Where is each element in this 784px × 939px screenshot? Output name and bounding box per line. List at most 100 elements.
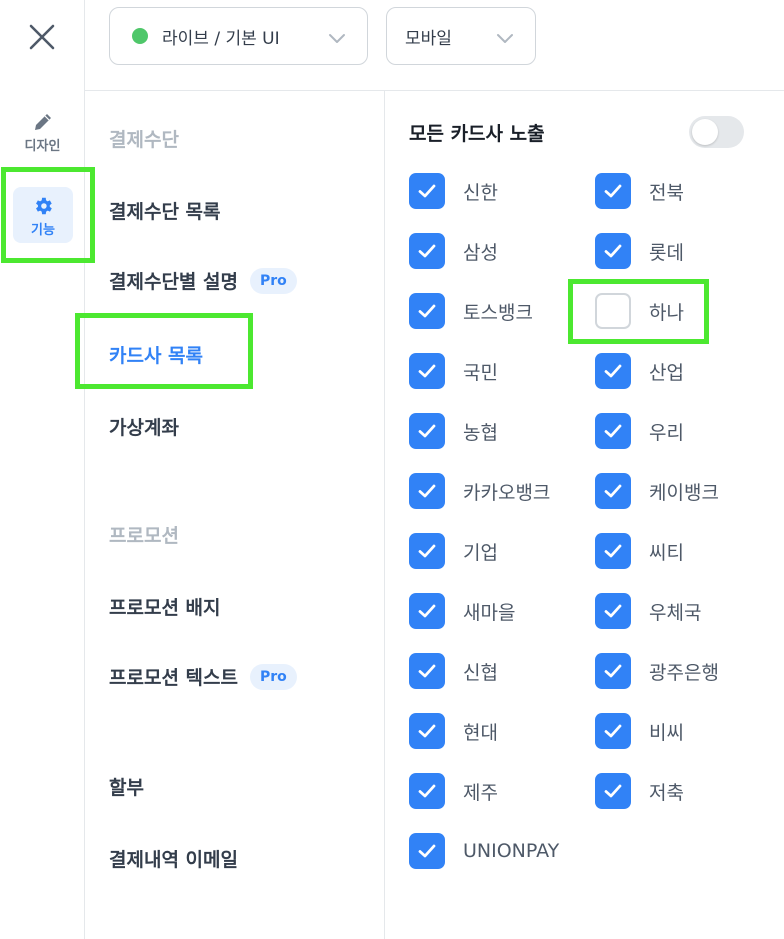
card-issuer-checkbox-row[interactable]: 현대	[409, 713, 498, 749]
left-rail: 디자인 기능	[0, 0, 85, 939]
card-issuer-label: 씨티	[649, 541, 684, 564]
checkbox-checked[interactable]	[409, 833, 445, 869]
check-icon	[418, 244, 436, 258]
check-icon	[418, 724, 436, 738]
menu-item-label: 프로모션 텍스트	[109, 667, 238, 689]
card-issuer-label: 전북	[649, 181, 684, 204]
checkbox-checked[interactable]	[595, 773, 631, 809]
menu-item-promotion-text[interactable]: 프로모션 텍스트 Pro	[109, 663, 297, 690]
card-issuer-checkbox-row[interactable]: 비씨	[595, 713, 684, 749]
checkbox-checked[interactable]	[595, 653, 631, 689]
card-issuer-checkbox-row[interactable]: 롯데	[595, 233, 684, 269]
check-icon	[418, 424, 436, 438]
menu-item-receipt-email[interactable]: 결제내역 이메일	[109, 845, 238, 872]
card-issuer-checkbox-row[interactable]: 케이뱅크	[595, 473, 719, 509]
card-issuer-checkbox-row[interactable]: 토스뱅크	[409, 293, 533, 329]
card-issuer-label: 광주은행	[649, 661, 719, 684]
chevron-down-icon	[497, 34, 513, 43]
check-icon	[604, 724, 622, 738]
checkbox-checked[interactable]	[595, 413, 631, 449]
settings-menu: 결제수단 결제수단 목록 결제수단별 설명 Pro 카드사 목록 가상계좌 프로…	[85, 91, 385, 939]
card-issuer-checkbox-row[interactable]: 광주은행	[595, 653, 719, 689]
check-icon	[418, 184, 436, 198]
checkbox-checked[interactable]	[409, 173, 445, 209]
checkbox-checked[interactable]	[595, 233, 631, 269]
pencil-icon	[31, 109, 55, 135]
card-issuer-checkbox-row[interactable]: 새마을	[409, 593, 515, 629]
chevron-down-icon	[329, 34, 345, 43]
section-heading-payment: 결제수단	[109, 129, 179, 151]
card-issuer-label: 신한	[463, 181, 498, 204]
checkbox-checked[interactable]	[409, 773, 445, 809]
card-issuer-label: 토스뱅크	[463, 301, 533, 324]
card-issuer-checkbox-row[interactable]: 전북	[595, 173, 684, 209]
card-issuer-checkbox-row[interactable]: 기업	[409, 533, 498, 569]
menu-item-virtual-account[interactable]: 가상계좌	[109, 413, 179, 440]
card-issuer-checkbox-row[interactable]: 산업	[595, 353, 684, 389]
card-issuer-label: 삼성	[463, 241, 498, 264]
card-issuer-checkbox-row[interactable]: 카카오뱅크	[409, 473, 550, 509]
checkbox-checked[interactable]	[595, 713, 631, 749]
card-issuer-label: 국민	[463, 361, 498, 384]
menu-item-installment[interactable]: 할부	[109, 773, 144, 800]
check-icon	[418, 844, 436, 858]
highlight-box-card-list	[75, 313, 253, 389]
top-bar: 라이브 / 기본 UI 모바일	[85, 0, 784, 91]
device-select[interactable]: 모바일	[386, 7, 536, 65]
rail-item-design[interactable]: 디자인	[0, 100, 85, 162]
card-issuer-checkbox-row[interactable]: 제주	[409, 773, 498, 809]
checkbox-checked[interactable]	[409, 293, 445, 329]
checkbox-checked[interactable]	[409, 353, 445, 389]
checkbox-checked[interactable]	[595, 173, 631, 209]
highlight-box-function	[1, 167, 95, 263]
rail-item-design-label: 디자인	[24, 138, 61, 154]
card-issuer-label: 기업	[463, 541, 498, 564]
card-issuer-panel: 모든 카드사 노출 신한 전북 삼성 롯데 토스뱅크 하나 국민 산업 농협 우리 카카오뱅크 케이뱅…	[385, 91, 784, 939]
card-issuer-label: 산업	[649, 361, 684, 384]
checkbox-checked[interactable]	[595, 473, 631, 509]
card-issuer-label: 우리	[649, 421, 684, 444]
card-issuer-checkbox-row[interactable]: UNIONPAY	[409, 833, 559, 869]
check-icon	[418, 364, 436, 378]
card-issuer-label: 우체국	[649, 601, 702, 624]
card-issuer-checkbox-row[interactable]: 우리	[595, 413, 684, 449]
checkbox-checked[interactable]	[409, 533, 445, 569]
checkbox-checked[interactable]	[409, 593, 445, 629]
checkbox-checked[interactable]	[595, 353, 631, 389]
card-issuer-checkbox-row[interactable]: 국민	[409, 353, 498, 389]
card-issuer-label: UNIONPAY	[463, 840, 560, 862]
close-button[interactable]	[21, 16, 63, 58]
menu-item-payment-list[interactable]: 결제수단 목록	[109, 197, 221, 224]
check-icon	[418, 304, 436, 318]
menu-item-label: 프로모션 배지	[109, 597, 221, 619]
card-issuer-checkbox-row[interactable]: 신한	[409, 173, 498, 209]
checkbox-checked[interactable]	[409, 713, 445, 749]
checkbox-checked[interactable]	[595, 533, 631, 569]
card-issuer-label: 신협	[463, 661, 498, 684]
checkbox-checked[interactable]	[409, 233, 445, 269]
check-icon	[418, 604, 436, 618]
menu-item-promotion-badge[interactable]: 프로모션 배지	[109, 593, 221, 620]
card-issuer-label: 새마을	[463, 601, 516, 624]
environment-select[interactable]: 라이브 / 기본 UI	[109, 7, 368, 65]
card-issuer-label: 저축	[649, 781, 684, 804]
card-issuer-checkbox-row[interactable]: 삼성	[409, 233, 498, 269]
close-icon	[29, 24, 55, 50]
card-issuer-checkbox-row[interactable]: 저축	[595, 773, 684, 809]
check-icon	[604, 424, 622, 438]
checkbox-checked[interactable]	[409, 413, 445, 449]
card-issuer-checkbox-row[interactable]: 씨티	[595, 533, 684, 569]
toggle-knob	[692, 119, 718, 145]
checkbox-checked[interactable]	[409, 653, 445, 689]
checkbox-checked[interactable]	[595, 593, 631, 629]
show-all-cards-toggle[interactable]	[689, 116, 744, 148]
card-issuer-checkbox-row[interactable]: 신협	[409, 653, 498, 689]
menu-item-payment-description[interactable]: 결제수단별 설명 Pro	[109, 267, 297, 294]
checkbox-checked[interactable]	[409, 473, 445, 509]
card-issuer-checkbox-row[interactable]: 우체국	[595, 593, 701, 629]
card-issuer-label: 롯데	[649, 241, 684, 264]
menu-item-label: 할부	[109, 777, 144, 799]
menu-item-label: 가상계좌	[109, 417, 179, 439]
menu-item-label: 결제수단 목록	[109, 201, 221, 223]
card-issuer-checkbox-row[interactable]: 농협	[409, 413, 498, 449]
